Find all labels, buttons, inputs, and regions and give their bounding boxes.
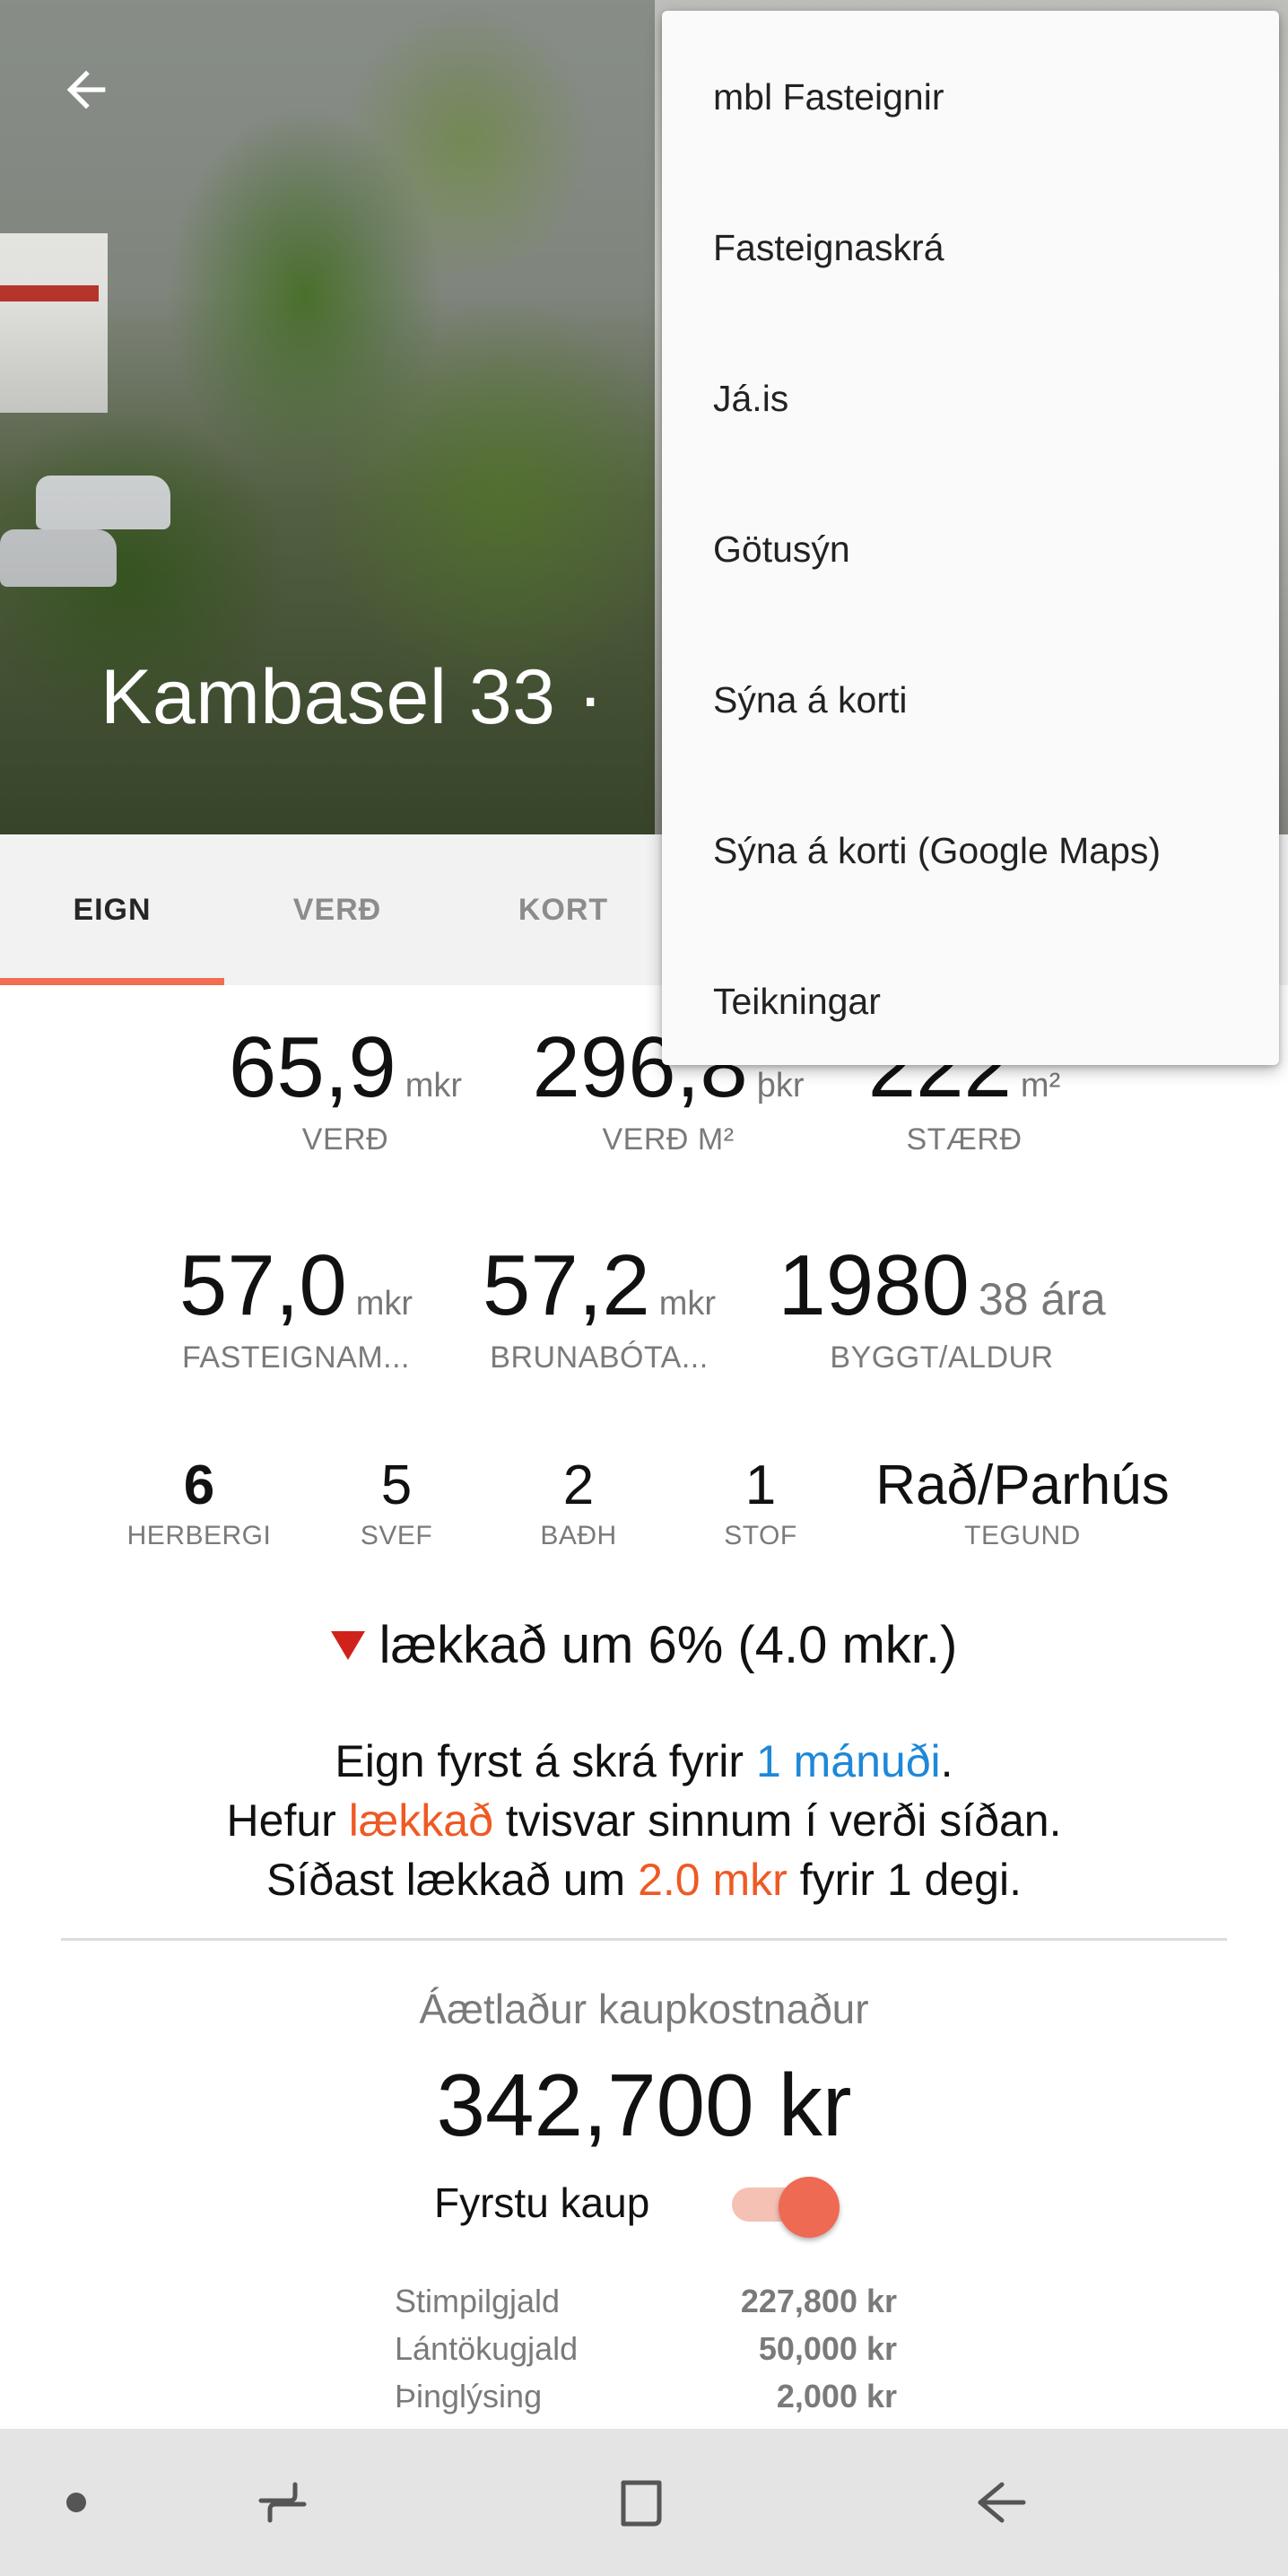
fee-label: Þinglýsing: [395, 2377, 543, 2414]
stat-unit: 38 ára: [978, 1274, 1106, 1324]
menu-item-syna-a-korti[interactable]: Sýna á korti: [662, 624, 1279, 775]
stat-value: 65,9: [228, 1019, 396, 1115]
divider: [61, 1938, 1227, 1941]
fee-amount: 2,000 kr: [776, 2377, 897, 2414]
tab-kort[interactable]: KORT: [450, 834, 676, 985]
back-arrow-icon: [978, 2482, 1026, 2523]
stat-unit: mkr: [658, 1285, 717, 1323]
system-back-button[interactable]: [942, 2429, 1058, 2576]
stat-assessed-value: 57,0 mkr FASTEIGNAM...: [135, 1236, 457, 1375]
system-nav-bar: [0, 2429, 1288, 2576]
room-value: 2: [562, 1454, 595, 1516]
first-purchase-label: Fyrstu kaup: [434, 2179, 650, 2226]
room-count-stof: 1 STOF: [698, 1454, 823, 1551]
room-label: SVEF: [360, 1521, 433, 1550]
room-label: HERBERGI: [126, 1521, 272, 1550]
recent-apps-icon: [258, 2482, 307, 2523]
room-value: Rað/Parhús: [875, 1454, 1170, 1516]
overflow-menu: mbl Fasteignir Fasteignaskrá Já.is Götus…: [662, 11, 1279, 1065]
room-count-svef: 5 SVEF: [334, 1454, 459, 1551]
room-label: BAÐH: [540, 1521, 617, 1550]
first-purchase-toggle[interactable]: [732, 2177, 840, 2238]
fee-label: Stimpilgjald: [395, 2282, 561, 2319]
nav-dot-button[interactable]: [36, 2429, 117, 2576]
room-label: STOF: [724, 1521, 797, 1550]
fee-row: Lántökugjald 50,000 kr: [395, 2325, 897, 2372]
arrow-back-icon: [66, 70, 106, 109]
back-button[interactable]: [50, 54, 122, 126]
stat-value: 57,2: [482, 1237, 650, 1333]
room-value: 6: [183, 1454, 215, 1516]
cost-title: Áætlaður kaupkostnaður: [419, 1986, 869, 2032]
down-triangle-icon: [330, 1630, 365, 1660]
fee-amount: 227,800 kr: [740, 2282, 897, 2319]
property-title: Kambasel 33 ·: [100, 654, 605, 740]
stat-unit: mkr: [405, 1067, 463, 1105]
listed-duration-link[interactable]: 1 mánuði: [756, 1736, 941, 1786]
menu-item-syna-a-korti-google[interactable]: Sýna á korti (Google Maps): [662, 775, 1279, 926]
stat-unit: mkr: [355, 1285, 413, 1323]
stat-label: STÆRÐ: [906, 1122, 1023, 1157]
fee-row: Þinglýsing 2,000 kr: [395, 2372, 897, 2420]
last-drop-amount: 2.0 mkr: [638, 1855, 788, 1905]
property-type: Rað/Parhús TEGUND: [843, 1454, 1202, 1551]
tab-verd[interactable]: VERÐ: [224, 834, 450, 985]
fee-label: Lántökugjald: [395, 2329, 579, 2367]
stat-value: 57,0: [178, 1237, 347, 1333]
toggle-thumb: [779, 2177, 840, 2238]
stat-label: BYGGT/ALDUR: [830, 1340, 1054, 1375]
stat-label: VERÐ M²: [602, 1122, 735, 1157]
dot-icon: [66, 2493, 86, 2512]
tab-indicator: [0, 978, 224, 985]
room-value: 5: [380, 1454, 413, 1516]
room-count-badh: 2 BAÐH: [516, 1454, 641, 1551]
stat-label: VERÐ: [301, 1122, 389, 1157]
room-value: 1: [744, 1454, 777, 1516]
stat-label: BRUNABÓTA...: [490, 1340, 709, 1375]
stat-fire-insurance: 57,2 mkr BRUNABÓTA...: [438, 1236, 761, 1375]
menu-item-fasteignaskra[interactable]: Fasteignaskrá: [662, 172, 1279, 323]
cost-total: 342,700 kr: [436, 2056, 852, 2154]
menu-item-mbl-fasteignir[interactable]: mbl Fasteignir: [662, 22, 1279, 172]
room-label: TEGUND: [964, 1521, 1081, 1550]
price-change: lækkað um 6% (4.0 mkr.): [0, 1615, 1288, 1675]
menu-item-teikningar[interactable]: Teikningar: [662, 926, 1279, 1077]
stat-label: FASTEIGNAM...: [182, 1340, 410, 1375]
listing-history: Eign fyrst á skrá fyrir 1 mánuði. Hefur …: [226, 1736, 1062, 1905]
home-button[interactable]: [583, 2429, 700, 2576]
fee-list: Stimpilgjald 227,800 kr Lántökugjald 50,…: [395, 2277, 897, 2420]
stat-price: 65,9 mkr VERÐ: [179, 1018, 511, 1157]
room-count-herbergi: 6 HERBERGI: [109, 1454, 289, 1551]
stat-value: 1980: [778, 1237, 970, 1333]
price-dropped-highlight: lækkað: [348, 1795, 493, 1846]
stat-built-year: 1980 38 ára BYGGT/ALDUR: [753, 1236, 1130, 1375]
fee-row: Stimpilgjald 227,800 kr: [395, 2277, 897, 2325]
fee-amount: 50,000 kr: [758, 2329, 897, 2367]
home-square-icon: [621, 2480, 662, 2527]
menu-item-ja-is[interactable]: Já.is: [662, 323, 1279, 474]
recent-apps-button[interactable]: [224, 2429, 341, 2576]
tab-eign[interactable]: EIGN: [0, 834, 224, 985]
menu-item-gotusyn[interactable]: Götusýn: [662, 474, 1279, 624]
price-change-text: lækkað um 6% (4.0 mkr.): [379, 1616, 958, 1674]
